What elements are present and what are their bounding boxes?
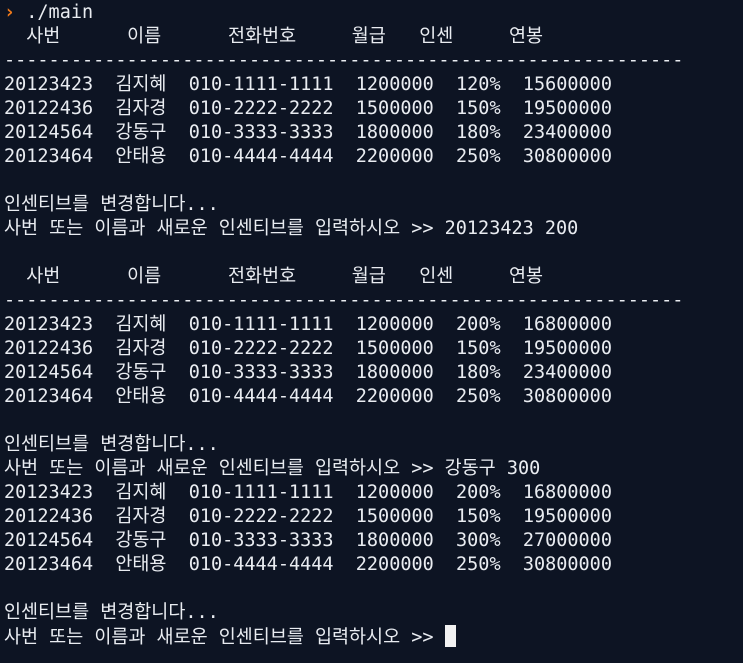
prompt-line: › ./main	[4, 1, 743, 25]
output-line: 20122436 김자경 010-2222-2222 1500000 150% …	[4, 506, 612, 527]
input-prompt-text: 사번 또는 이름과 새로운 인센티브를 입력하시오 >>	[4, 627, 445, 648]
terminal-window[interactable]: › ./main 사번 이름 전화번호 월급 인센 연봉 ------------…	[0, 0, 743, 663]
output-line: 인센티브를 변경합니다...	[4, 194, 219, 215]
terminal-output: 사번 이름 전화번호 월급 인센 연봉 ---------------------…	[4, 25, 743, 625]
output-line: ----------------------------------------…	[4, 50, 684, 71]
output-line: 20124564 강동구 010-3333-3333 1800000 180% …	[4, 362, 612, 383]
output-line: 20122436 김자경 010-2222-2222 1500000 150% …	[4, 338, 612, 359]
output-line: 20123423 김지혜 010-1111-1111 1200000 200% …	[4, 482, 612, 503]
output-line: 20123464 안태용 010-4444-4444 2200000 250% …	[4, 554, 612, 575]
output-line: 사번 또는 이름과 새로운 인센티브를 입력하시오 >> 강동구 300	[4, 458, 541, 479]
command-text: ./main	[15, 2, 94, 23]
output-line: 사번 이름 전화번호 월급 인센 연봉	[4, 26, 544, 47]
output-line: 20123423 김지혜 010-1111-1111 1200000 120% …	[4, 74, 612, 95]
output-line: 20123423 김지혜 010-1111-1111 1200000 200% …	[4, 314, 612, 335]
output-line: 20124564 강동구 010-3333-3333 1800000 300% …	[4, 530, 612, 551]
output-line: 20123464 안태용 010-4444-4444 2200000 250% …	[4, 146, 612, 167]
output-line: 사번 또는 이름과 새로운 인센티브를 입력하시오 >> 20123423 20…	[4, 218, 579, 239]
prompt-chevron-icon: ›	[4, 2, 16, 23]
output-line: 인센티브를 변경합니다...	[4, 434, 219, 455]
output-line: ----------------------------------------…	[4, 290, 684, 311]
output-line: 20123464 안태용 010-4444-4444 2200000 250% …	[4, 386, 612, 407]
output-line: 인센티브를 변경합니다...	[4, 602, 219, 623]
input-line[interactable]: 사번 또는 이름과 새로운 인센티브를 입력하시오 >>	[4, 625, 743, 649]
output-line: 20124564 강동구 010-3333-3333 1800000 180% …	[4, 122, 612, 143]
text-cursor[interactable]	[444, 625, 456, 647]
output-line: 20122436 김자경 010-2222-2222 1500000 150% …	[4, 98, 612, 119]
output-line: 사번 이름 전화번호 월급 인센 연봉	[4, 266, 544, 287]
